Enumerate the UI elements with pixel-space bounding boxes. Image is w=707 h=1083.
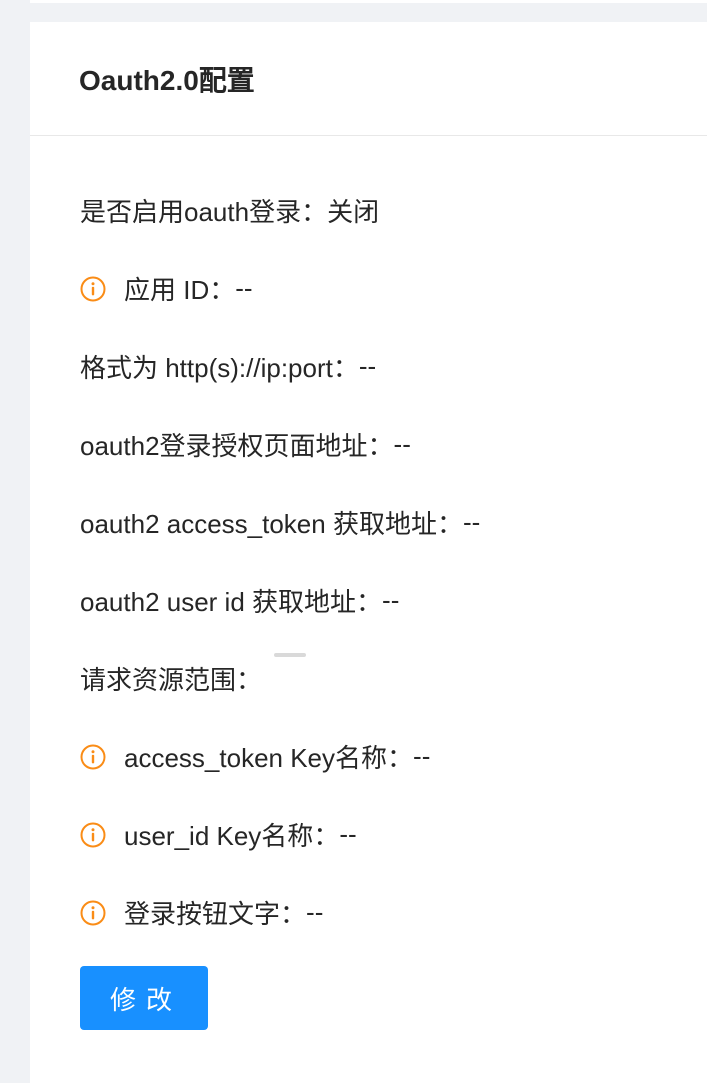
field-value: -- bbox=[393, 429, 411, 459]
field-userid-url: oauth2 user id 获取地址 ： -- bbox=[80, 582, 399, 619]
field-auth-url: oauth2登录授权页面地址 ： -- bbox=[80, 426, 411, 463]
field-value: -- bbox=[462, 507, 481, 537]
card-header: Oauth2.0配置 bbox=[30, 22, 707, 136]
field-colon: ： bbox=[387, 743, 414, 773]
field-colon: ： bbox=[332, 353, 359, 383]
field-login-button-text: 登录按钮文字 ： -- bbox=[80, 894, 323, 931]
field-colon: ： bbox=[280, 899, 307, 929]
field-colon: ： bbox=[209, 275, 236, 305]
previous-card-edge bbox=[30, 0, 707, 3]
field-label: 是否启用oauth登录 bbox=[80, 197, 302, 227]
modify-button[interactable]: 修改 bbox=[80, 966, 208, 1030]
field-colon: ： bbox=[436, 509, 463, 539]
drag-handle bbox=[274, 653, 306, 657]
field-server-format: 格式为 http(s)://ip:port ： -- bbox=[80, 348, 376, 385]
field-colon: ： bbox=[313, 821, 340, 851]
field-value: -- bbox=[382, 585, 400, 615]
field-colon: ： bbox=[301, 197, 328, 227]
field-colon: ： bbox=[236, 665, 263, 695]
field-scope: 请求资源范围 ： bbox=[80, 660, 262, 697]
field-label: user_id Key名称 bbox=[124, 821, 314, 851]
field-label: 应用 ID bbox=[124, 275, 210, 305]
field-label: access_token Key名称 bbox=[124, 743, 388, 773]
field-value: -- bbox=[306, 897, 324, 927]
field-app-id: 应用 ID ： -- bbox=[80, 270, 253, 307]
field-value: -- bbox=[235, 273, 253, 303]
field-token-url: oauth2 access_token 获取地址 ： -- bbox=[80, 504, 480, 541]
field-oauth-enabled: 是否启用oauth登录 ： 关闭 bbox=[80, 192, 379, 229]
info-circle-icon[interactable] bbox=[80, 822, 106, 848]
field-value: -- bbox=[358, 351, 377, 381]
card-title: Oauth2.0配置 bbox=[79, 64, 255, 96]
field-value: 关闭 bbox=[327, 197, 380, 227]
info-circle-icon[interactable] bbox=[80, 900, 106, 926]
field-label: oauth2 access_token 获取地址 bbox=[80, 509, 437, 539]
field-label: 登录按钮文字 bbox=[124, 899, 281, 929]
field-colon: ： bbox=[356, 587, 383, 617]
field-colon: ： bbox=[367, 431, 394, 461]
field-value: -- bbox=[339, 819, 357, 849]
field-label: 格式为 http(s)://ip:port bbox=[80, 353, 333, 383]
field-value: -- bbox=[413, 741, 431, 771]
field-label: oauth2 user id 获取地址 bbox=[80, 587, 357, 617]
field-label: 请求资源范围 bbox=[80, 665, 237, 695]
info-circle-icon[interactable] bbox=[80, 276, 106, 302]
oauth-config-card: Oauth2.0配置 是否启用oauth登录 ： 关闭 应用 ID ： -- 格… bbox=[30, 22, 707, 1083]
info-circle-icon[interactable] bbox=[80, 744, 106, 770]
field-userid-key: user_id Key名称 ： -- bbox=[80, 816, 357, 853]
field-label: oauth2登录授权页面地址 bbox=[80, 431, 368, 461]
field-token-key: access_token Key名称 ： -- bbox=[80, 738, 430, 775]
